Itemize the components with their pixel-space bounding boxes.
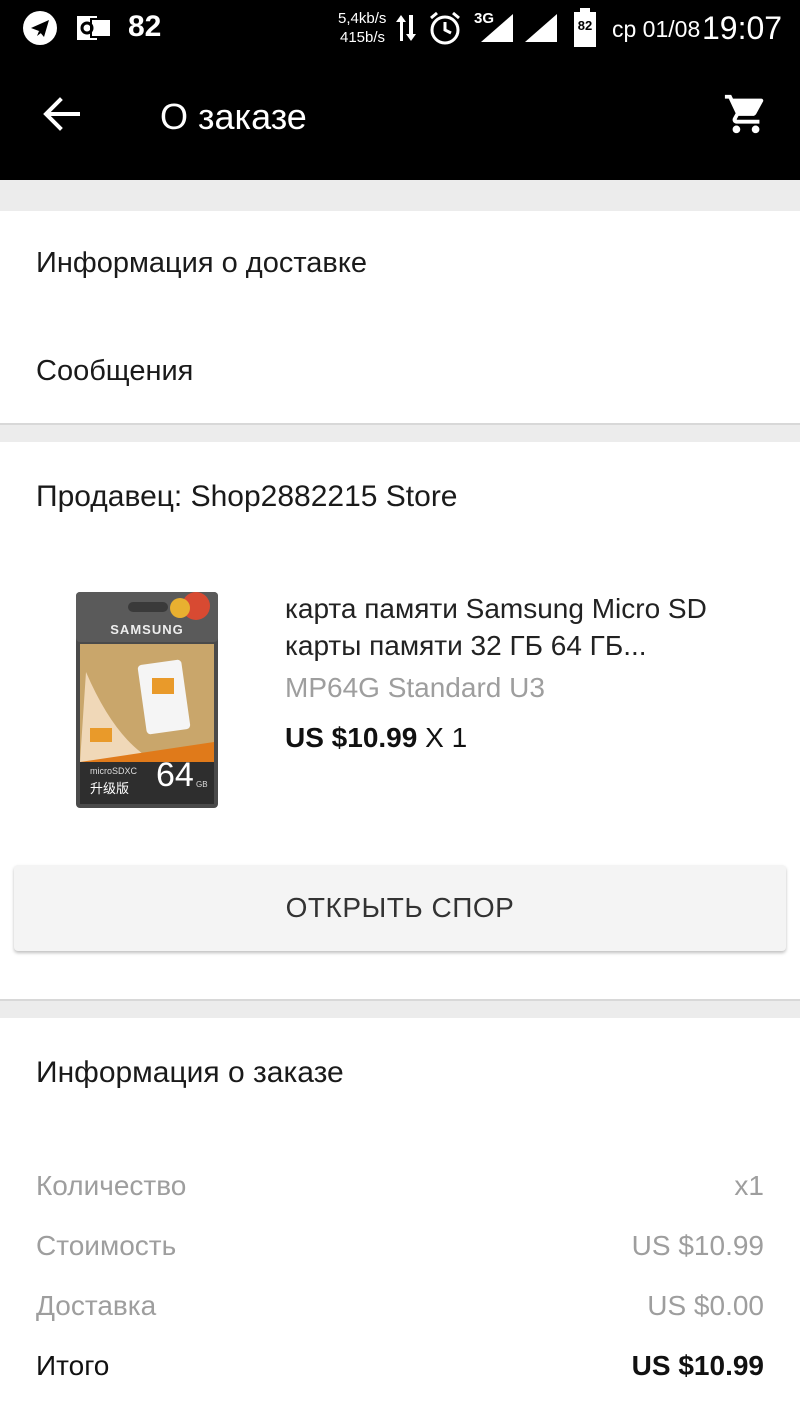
telegram-icon [20,10,60,46]
product-image-brand: SAMSUNG [110,622,184,637]
product-image-edition: 升级版 [90,781,130,796]
app-toolbar: О заказе [0,56,800,180]
status-time: 19:07 [702,10,783,46]
product-quantity: X 1 [425,722,468,753]
product-image[interactable]: SAMSUNG microSDXC 升级版 64 GB [76,592,218,808]
status-bar: 82 5,4kb/s 415b/s 3G 82 ср 01/08 19:07 [0,0,800,56]
cart-button[interactable] [712,84,780,148]
cart-icon [723,91,769,142]
net-download-speed: 5,4kb/s [338,10,387,27]
cost-value: US $10.99 [631,1230,764,1261]
page-title: О заказе [160,96,307,137]
product-title[interactable]: карта памяти Samsung Micro SD карты памя… [285,590,775,664]
divider [0,423,800,425]
alarm-icon [426,10,464,46]
quantity-label: Количество [36,1170,187,1201]
back-arrow-icon [42,96,82,136]
shipping-label: Доставка [36,1290,157,1321]
product-image-capacity-unit: GB [196,780,208,789]
order-info-heading: Информация о заказе [36,1056,344,1089]
total-value: US $10.99 [631,1350,764,1381]
back-button[interactable] [30,84,94,148]
product-price: US $10.99 [285,722,418,753]
product-price-line: US $10.99 X 1 [285,722,467,754]
signal-icon [522,12,560,44]
status-date: ср 01/08 [612,16,701,42]
product-image-capacity: 64 [156,756,194,794]
data-arrows-icon [394,12,418,44]
signal-icon [478,12,516,44]
seller-name[interactable]: Продавец: Shop2882215 Store [36,480,458,514]
open-dispute-button[interactable]: ОТКРЫТЬ СПОР [14,865,786,951]
product-variant: MP64G Standard U3 [285,672,545,703]
delivery-info-link[interactable]: Информация о доставке [36,247,367,280]
net-upload-speed: 415b/s [340,29,386,46]
messages-link[interactable]: Сообщения [36,355,193,388]
cost-label: Стоимость [36,1230,177,1261]
shipping-value: US $0.00 [647,1290,764,1321]
outlook-icon [76,12,112,44]
quantity-value: x1 [734,1170,764,1201]
total-label: Итого [36,1350,110,1381]
product-image-card-type: microSDXC [90,766,138,776]
divider [0,999,800,1001]
order-links-card: Информация о доставке Сообщения [0,211,800,423]
notification-count: 82 [128,10,162,43]
battery-level: 82 [577,18,593,33]
